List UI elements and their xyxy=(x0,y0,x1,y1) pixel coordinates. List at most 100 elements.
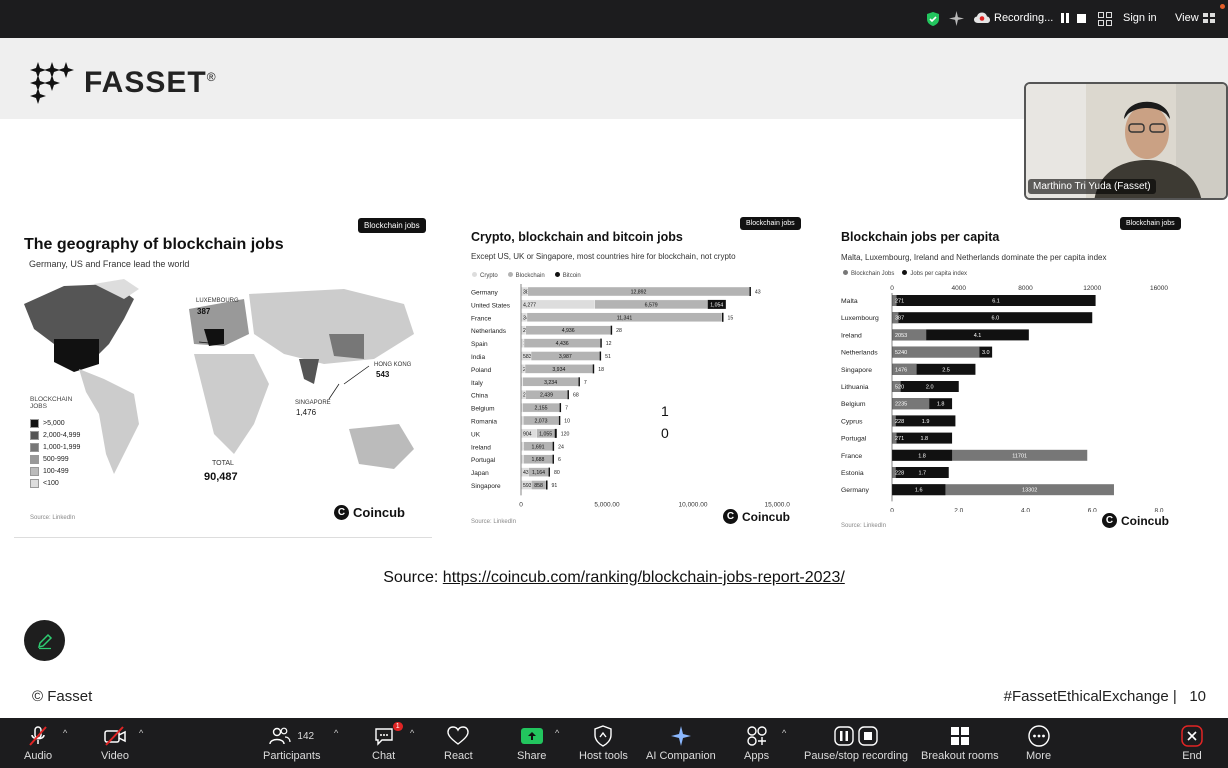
share-screen-button[interactable]: Share xyxy=(517,722,546,762)
audio-options-chevron-icon[interactable]: ^ xyxy=(63,728,67,738)
map-legend-swatch xyxy=(30,454,39,464)
percap-jobs-label: 13302 xyxy=(1022,488,1037,494)
bar-value-label: 11,341 xyxy=(617,315,633,321)
pause-icon xyxy=(834,726,854,746)
apps-options-chevron-icon[interactable]: ^ xyxy=(782,728,786,738)
bar-value-label: 583 xyxy=(523,354,532,360)
map-legend-swatch xyxy=(30,478,39,488)
source-link[interactable]: https://coincub.com/ranking/blockchain-j… xyxy=(443,569,845,586)
stop-recording-icon[interactable] xyxy=(1077,14,1086,23)
host-tools-button[interactable]: Host tools xyxy=(579,722,628,762)
percap-category-label: Portugal xyxy=(841,436,867,443)
percap-top-tick: 4000 xyxy=(952,285,967,292)
percap-jobs-label: 228 xyxy=(895,419,904,425)
more-button[interactable]: More xyxy=(1026,722,1051,762)
map-divider xyxy=(14,537,432,538)
participant-video-tile[interactable]: Marthino Tri Yuda (Fasset) xyxy=(1024,82,1228,200)
bar-x-tick: 15,000.00 xyxy=(765,501,790,508)
map-coincub-brand: C Coincub xyxy=(334,505,405,520)
registered-mark: ® xyxy=(206,70,217,84)
heart-icon xyxy=(447,726,470,745)
percap-coincub-brand: C Coincub xyxy=(1102,513,1169,528)
annotate-pencil-button[interactable] xyxy=(24,620,65,661)
bar-value-label: 4,936 xyxy=(562,328,575,334)
footer-copyright: © Fasset xyxy=(32,688,93,705)
breakout-label: Breakout rooms xyxy=(921,750,999,762)
percap-index-label: 1.8 xyxy=(937,402,945,408)
footer-hashtag-text: #FassetEthicalExchange | xyxy=(1003,688,1177,705)
gallery-grid-icon[interactable] xyxy=(1098,12,1112,26)
recording-indicator[interactable]: Recording... xyxy=(974,12,1053,24)
bar-value-label: 2,155 xyxy=(535,406,548,412)
end-meeting-button[interactable]: End xyxy=(1181,722,1203,762)
bar-category-label: Portugal xyxy=(471,457,496,464)
bar-value-label: 1,054 xyxy=(710,302,723,308)
map-tag: Blockchain jobs xyxy=(358,218,426,233)
bar-segment-bitcoin xyxy=(600,338,602,348)
chat-button[interactable]: 1 Chat xyxy=(372,722,403,762)
video-button[interactable]: Video xyxy=(101,722,129,762)
view-menu-button[interactable]: View xyxy=(1175,12,1215,24)
legend-bitcoin: Bitcoin xyxy=(554,272,581,279)
bar-value-label: 858 xyxy=(534,483,543,489)
share-label: Share xyxy=(517,750,547,762)
bar-x-tick: 10,000.00 xyxy=(679,501,708,508)
bar-segment-bitcoin xyxy=(721,312,724,322)
bar-category-label: France xyxy=(471,315,492,322)
bar-value-label: 3,234 xyxy=(544,380,557,386)
united-states-shape xyxy=(54,339,99,372)
ai-companion-button[interactable]: AI Companion xyxy=(646,722,716,762)
bar-value-label: 12 xyxy=(606,341,612,347)
percap-jobs-label: 2053 xyxy=(895,333,907,339)
chat-options-chevron-icon[interactable]: ^ xyxy=(410,728,414,738)
coincub-logo-icon: C xyxy=(334,505,349,520)
bar-tag: Blockchain jobs xyxy=(740,217,801,230)
bar-category-label: United States xyxy=(471,302,511,309)
react-button[interactable]: React xyxy=(444,722,473,762)
percap-top-tick: 8000 xyxy=(1018,285,1033,292)
legend-blockchain-jobs-dot xyxy=(843,270,848,275)
map-legend: >5,000 2,000-4,999 1,000-1,999 500-999 100-4… xyxy=(30,417,80,489)
bar-value-label: 6 xyxy=(558,457,561,463)
security-shield-icon[interactable] xyxy=(926,11,940,27)
share-options-chevron-icon[interactable]: ^ xyxy=(555,728,559,738)
bar-coincub-brand: C Coincub xyxy=(723,509,790,524)
percap-index-label: 6.0 xyxy=(992,316,1000,322)
sign-in-link[interactable]: Sign in xyxy=(1123,12,1157,24)
percap-category-label: Netherlands xyxy=(841,350,878,357)
map-legend-title: BLOCKCHAIN JOBS xyxy=(30,396,73,410)
video-options-chevron-icon[interactable]: ^ xyxy=(139,728,143,738)
view-label: View xyxy=(1175,12,1199,24)
percap-index-label: 2.0 xyxy=(926,385,934,391)
page-number: 10 xyxy=(1189,688,1206,705)
map-source: Source: LinkedIn xyxy=(30,515,76,521)
pause-stop-recording-button[interactable]: Pause/stop recording xyxy=(804,722,908,762)
per-capita-bar-svg: 0 4000 8000 12000 16000 Malta 271 6.1 Luxembourg… xyxy=(841,285,1168,512)
map-legend-item: <100 xyxy=(30,477,80,489)
apps-button[interactable]: Apps xyxy=(744,722,769,762)
source-prefix: Source: xyxy=(383,569,443,586)
bar-value-label: 91 xyxy=(552,483,558,489)
breakout-rooms-button[interactable]: Breakout rooms xyxy=(921,722,999,762)
south-america-shape xyxy=(79,369,139,474)
pause-recording-icon[interactable] xyxy=(1061,13,1069,23)
participants-options-chevron-icon[interactable]: ^ xyxy=(334,728,338,738)
total-label: TOTAL xyxy=(212,460,234,467)
percap-category-label: Cyprus xyxy=(841,418,863,425)
percap-index-label: 1.7 xyxy=(918,471,926,477)
audio-button[interactable]: Audio xyxy=(24,722,52,762)
footer-hashtag: #FassetEthicalExchange | 10 xyxy=(1004,688,1206,705)
percap-subtitle: Malta, Luxembourg, Ireland and Netherlan… xyxy=(841,253,1107,262)
map-subtitle: Germany, US and France lead the world xyxy=(29,259,190,269)
overlay-number-2: 0 xyxy=(661,425,669,441)
bar-subtitle: Except US, UK or Singapore, most countri… xyxy=(471,252,736,261)
ai-sparkle-icon[interactable] xyxy=(949,11,964,26)
ai-companion-label: AI Companion xyxy=(646,750,716,762)
participants-button[interactable]: 142 Participants xyxy=(263,722,320,762)
percap-tag: Blockchain jobs xyxy=(1120,217,1181,230)
bar-segment-bitcoin xyxy=(552,454,554,464)
breakout-rooms-icon xyxy=(950,727,969,745)
stop-icon xyxy=(858,726,878,746)
percap-jobs-label: 2235 xyxy=(895,402,907,408)
fasset-star-logo-icon xyxy=(30,62,74,104)
